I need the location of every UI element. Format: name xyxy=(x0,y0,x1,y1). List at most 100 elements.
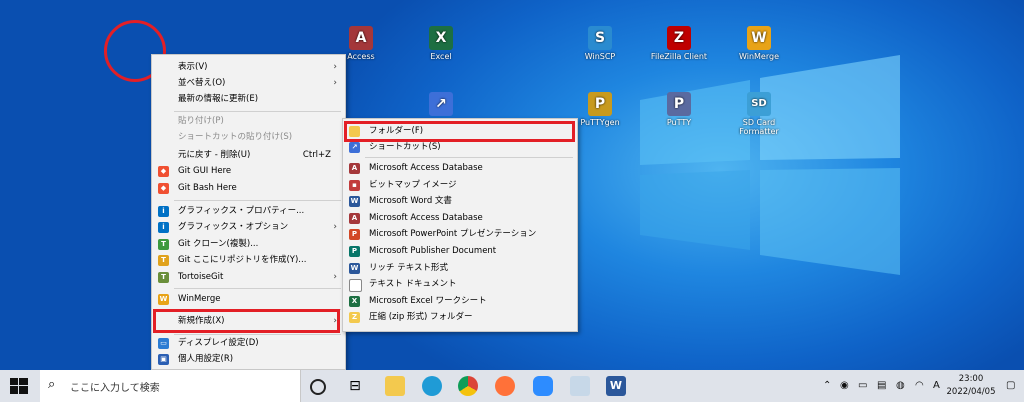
desktop-icon-winscp[interactable]: S WinSCP xyxy=(565,26,635,61)
desktop-context-menu: 表示(V) › 並べ替え(O) › 最新の情報に更新(E) 貼り付け(P) ショ… xyxy=(151,54,346,370)
menu-item-tortoisegit[interactable]: T TortoiseGit › xyxy=(152,269,345,285)
menu-item-sort[interactable]: 並べ替え(O) › xyxy=(152,75,345,91)
clock-date: 2022/04/05 xyxy=(946,387,996,397)
taskbar-search-box[interactable]: ⌕ ここに入力して検索 xyxy=(40,370,301,402)
submenu-item-access-db[interactable]: A Microsoft Access Database xyxy=(343,160,577,176)
chevron-right-icon: › xyxy=(333,222,337,232)
highlight-new-item xyxy=(153,309,340,333)
winmerge-icon: W xyxy=(158,294,169,305)
menu-item-graphics-options[interactable]: i グラフィックス・オプション › xyxy=(152,219,345,235)
excel-icon: X xyxy=(429,26,453,50)
desktop-icon-excel[interactable]: X Excel xyxy=(406,26,476,61)
cortana-icon[interactable] xyxy=(310,379,326,395)
submenu-item-rtf[interactable]: W リッチ テキスト形式 xyxy=(343,260,577,276)
submenu-item-excel[interactable]: X Microsoft Excel ワークシート xyxy=(343,293,577,309)
menu-item-view[interactable]: 表示(V) › xyxy=(152,59,345,75)
menu-item-graphics-properties[interactable]: i グラフィックス・プロパティー... xyxy=(152,203,345,219)
separator xyxy=(174,288,341,289)
chrome-icon[interactable] xyxy=(458,376,478,396)
meet-now-icon[interactable]: ◉ xyxy=(840,380,849,391)
menu-item-paste[interactable]: 貼り付け(P) xyxy=(152,113,345,129)
search-icon: ⌕ xyxy=(48,377,56,392)
desktop-icon-filezilla[interactable]: Z FileZilla Client xyxy=(644,26,714,61)
submenu-item-access-db-2[interactable]: A Microsoft Access Database xyxy=(343,210,577,226)
notification-icon[interactable]: ▢ xyxy=(1006,380,1015,391)
shortcut-label: Ctrl+Z xyxy=(302,150,331,160)
access-icon: A xyxy=(349,26,373,50)
menu-item-git-clone[interactable]: T Git クローン(複製)... xyxy=(152,236,345,252)
edge-icon[interactable] xyxy=(422,376,442,396)
desktop-icon-label: WinSCP xyxy=(584,52,616,61)
volume-icon[interactable]: ◍ xyxy=(896,380,905,391)
zip-folder-icon: Z xyxy=(349,312,360,323)
separator xyxy=(365,157,573,158)
chevron-up-icon[interactable]: ⌃ xyxy=(823,380,831,391)
text-document-icon xyxy=(349,279,362,292)
menu-item-personalize[interactable]: ▣ 個人用設定(R) xyxy=(152,351,345,367)
network-icon[interactable]: ▤ xyxy=(877,380,886,391)
menu-item-undo-delete[interactable]: 元に戻す - 削除(U) Ctrl+Z xyxy=(152,147,345,163)
menu-item-git-bash[interactable]: ◆ Git Bash Here xyxy=(152,180,345,196)
firefox-icon[interactable] xyxy=(495,376,515,396)
desktop[interactable]: A Access X Excel ↗ S WinSCP Z FileZilla … xyxy=(0,0,1024,370)
excel-icon: X xyxy=(349,296,360,307)
personalize-icon: ▣ xyxy=(158,354,169,365)
menu-item-paste-shortcut[interactable]: ショートカットの貼り付け(S) xyxy=(152,129,345,145)
tortoisegit-icon: T xyxy=(158,239,169,250)
desktop-icon-putty[interactable]: P PuTTY xyxy=(644,92,714,127)
access-icon: A xyxy=(349,163,360,174)
windows-logo-wallpaper xyxy=(640,55,900,275)
battery-icon[interactable]: ▭ xyxy=(858,380,867,391)
chevron-right-icon: › xyxy=(333,272,337,282)
winmerge-icon: W xyxy=(747,26,771,50)
word-icon: W xyxy=(349,196,360,207)
access-icon: A xyxy=(349,213,360,224)
menu-item-git-gui[interactable]: ◆ Git GUI Here xyxy=(152,163,345,179)
paint-icon[interactable] xyxy=(570,376,590,396)
desktop-icon-shortcut[interactable]: ↗ xyxy=(406,92,476,118)
new-submenu: フォルダー(F) ↗ ショートカット(S) A Microsoft Access… xyxy=(342,118,578,332)
zoom-icon[interactable] xyxy=(533,376,553,396)
desktop-icon-winmerge[interactable]: W WinMerge xyxy=(724,26,794,61)
desktop-icon-label: PuTTYgen xyxy=(580,118,620,127)
chevron-right-icon: › xyxy=(333,62,337,72)
display-icon: ▭ xyxy=(158,338,169,349)
submenu-item-powerpoint[interactable]: P Microsoft PowerPoint プレゼンテーション xyxy=(343,226,577,242)
putty-icon: P xyxy=(667,92,691,116)
publisher-icon: P xyxy=(349,246,360,257)
task-view-icon[interactable]: ⊟ xyxy=(345,376,365,396)
wifi-icon[interactable]: ◠ xyxy=(915,380,924,391)
highlight-folder-item xyxy=(344,121,575,142)
git-icon: ◆ xyxy=(158,183,169,194)
desktop-icon-label: WinMerge xyxy=(739,52,779,61)
desktop-icon-label: FileZilla Client xyxy=(650,52,708,61)
file-explorer-icon[interactable] xyxy=(385,376,405,396)
submenu-item-word[interactable]: W Microsoft Word 文書 xyxy=(343,193,577,209)
separator xyxy=(174,200,341,201)
menu-item-display-settings[interactable]: ▭ ディスプレイ設定(D) xyxy=(152,335,345,351)
taskbar-clock[interactable]: 23:00 2022/04/05 xyxy=(946,373,996,399)
intel-graphics-icon: i xyxy=(158,222,169,233)
menu-item-winmerge[interactable]: W WinMerge xyxy=(152,291,345,307)
menu-item-refresh[interactable]: 最新の情報に更新(E) xyxy=(152,91,345,107)
desktop-icon-label: SD Card Formatter xyxy=(739,118,779,136)
windows-start-icon[interactable] xyxy=(10,378,28,394)
separator xyxy=(174,111,341,112)
submenu-item-zip[interactable]: Z 圧縮 (zip 形式) フォルダー xyxy=(343,309,577,325)
desktop-icon-label: PuTTY xyxy=(666,118,692,127)
powerpoint-icon: P xyxy=(349,229,360,240)
clock-time: 23:00 xyxy=(958,374,984,384)
desktop-icon-label: Excel xyxy=(430,52,452,61)
word-icon[interactable]: W xyxy=(606,376,626,396)
ime-indicator[interactable]: A xyxy=(933,380,940,391)
menu-item-git-create-repo[interactable]: T Git ここにリポジトリを作成(Y)... xyxy=(152,252,345,268)
search-placeholder: ここに入力して検索 xyxy=(70,383,160,394)
submenu-item-text[interactable]: テキスト ドキュメント xyxy=(343,276,577,292)
tortoisegit-icon: T xyxy=(158,255,169,266)
chevron-right-icon: › xyxy=(333,78,337,88)
taskbar: ⌕ ここに入力して検索 ⊟ W ⌃ ◉ ▭ ▤ ◍ ◠ A 23:00 2022… xyxy=(0,370,1024,402)
tortoisegit-icon: T xyxy=(158,272,169,283)
submenu-item-publisher[interactable]: P Microsoft Publisher Document xyxy=(343,243,577,259)
submenu-item-bitmap[interactable]: ▪ ビットマップ イメージ xyxy=(343,177,577,193)
desktop-icon-sd-card-formatter[interactable]: SD SD Card Formatter xyxy=(724,92,794,136)
